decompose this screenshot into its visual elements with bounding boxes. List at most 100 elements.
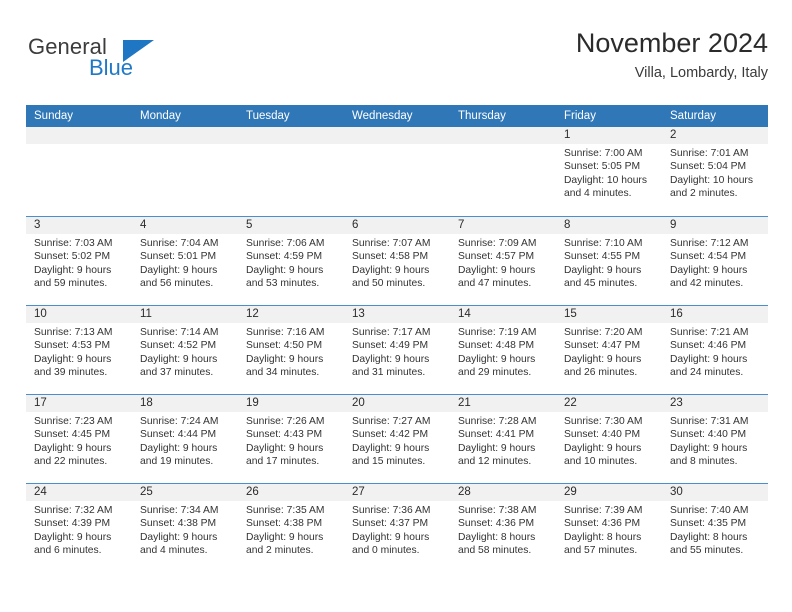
calendar-day-cell[interactable]: 28 Sunrise: 7:38 AM Sunset: 4:36 PM Dayligh… — [450, 484, 556, 572]
sunset-time: Sunset: 4:48 PM — [458, 340, 535, 352]
sunrise-time: Sunrise: 7:19 AM — [458, 327, 537, 338]
calendar-day-cell[interactable]: 15 Sunrise: 7:20 AM Sunset: 4:47 PM Dayligh… — [556, 306, 662, 394]
daylight-duration-line2: and 4 minutes. — [140, 544, 208, 556]
sunrise-time: Sunrise: 7:32 AM — [34, 505, 113, 516]
day-sun-info: Sunrise: 7:06 AM Sunset: 4:59 PM Daylight:… — [238, 234, 344, 290]
calendar-day-cell[interactable]: 30 Sunrise: 7:40 AM Sunset: 4:35 PM Dayligh… — [662, 484, 768, 572]
sunrise-time: Sunrise: 7:00 AM — [564, 148, 643, 159]
calendar-day-cell[interactable]: 7 Sunrise: 7:09 AM Sunset: 4:57 PM Daylight… — [450, 217, 556, 305]
calendar-week-row: 1 Sunrise: 7:00 AM Sunset: 5:05 PM Daylight… — [26, 127, 768, 216]
sunrise-time: Sunrise: 7:38 AM — [458, 505, 537, 516]
weekday-header-sunday: Sunday — [34, 110, 74, 122]
calendar-day-cell[interactable]: 21 Sunrise: 7:28 AM Sunset: 4:41 PM Dayligh… — [450, 395, 556, 483]
daylight-duration-line2: and 57 minutes. — [564, 544, 638, 556]
calendar-day-cell[interactable]: 6 Sunrise: 7:07 AM Sunset: 4:58 PM Daylight… — [344, 217, 450, 305]
day-number: 2 — [662, 127, 768, 144]
sunrise-time: Sunrise: 7:24 AM — [140, 416, 219, 427]
day-sun-info: Sunrise: 7:14 AM Sunset: 4:52 PM Daylight:… — [132, 323, 238, 379]
day-number: 13 — [344, 306, 450, 323]
calendar-day-cell[interactable]: 14 Sunrise: 7:19 AM Sunset: 4:48 PM Dayligh… — [450, 306, 556, 394]
calendar-day-cell[interactable]: 11 Sunrise: 7:14 AM Sunset: 4:52 PM Dayligh… — [132, 306, 238, 394]
sunset-time: Sunset: 4:59 PM — [246, 251, 323, 263]
sunset-time: Sunset: 4:49 PM — [352, 340, 429, 352]
day-number: 25 — [132, 484, 238, 501]
daylight-duration-line2: and 10 minutes. — [564, 455, 638, 467]
day-sun-info: Sunrise: 7:28 AM Sunset: 4:41 PM Daylight:… — [450, 412, 556, 468]
daylight-duration-line1: Daylight: 9 hours — [246, 353, 324, 365]
daylight-duration-line1: Daylight: 9 hours — [352, 264, 430, 276]
day-number: 3 — [26, 217, 132, 234]
day-number: 24 — [26, 484, 132, 501]
day-number: 22 — [556, 395, 662, 412]
daylight-duration-line1: Daylight: 9 hours — [246, 442, 324, 454]
calendar-day-cell[interactable]: 3 Sunrise: 7:03 AM Sunset: 5:02 PM Daylight… — [26, 217, 132, 305]
daylight-duration-line2: and 24 minutes. — [670, 366, 744, 378]
sunrise-time: Sunrise: 7:40 AM — [670, 505, 749, 516]
calendar-day-cell[interactable]: 2 Sunrise: 7:01 AM Sunset: 5:04 PM Daylight… — [662, 127, 768, 216]
calendar-day-cell[interactable]: 16 Sunrise: 7:21 AM Sunset: 4:46 PM Dayligh… — [662, 306, 768, 394]
day-number: 23 — [662, 395, 768, 412]
day-number: 15 — [556, 306, 662, 323]
daylight-duration-line2: and 22 minutes. — [34, 455, 108, 467]
calendar-day-cell[interactable]: 19 Sunrise: 7:26 AM Sunset: 4:43 PM Dayligh… — [238, 395, 344, 483]
sunrise-time: Sunrise: 7:35 AM — [246, 505, 325, 516]
sunset-time: Sunset: 4:36 PM — [458, 518, 535, 530]
day-sun-info: Sunrise: 7:13 AM Sunset: 4:53 PM Daylight:… — [26, 323, 132, 379]
calendar-day-cell[interactable]: 26 Sunrise: 7:35 AM Sunset: 4:38 PM Dayligh… — [238, 484, 344, 572]
daylight-duration-line2: and 29 minutes. — [458, 366, 532, 378]
weekday-header-tuesday: Tuesday — [246, 110, 290, 122]
sunset-time: Sunset: 4:40 PM — [564, 429, 641, 441]
day-number: 17 — [26, 395, 132, 412]
sunset-time: Sunset: 4:39 PM — [34, 518, 111, 530]
sunset-time: Sunset: 4:47 PM — [564, 340, 641, 352]
day-number: 6 — [344, 217, 450, 234]
calendar-day-cell[interactable]: 24 Sunrise: 7:32 AM Sunset: 4:39 PM Dayligh… — [26, 484, 132, 572]
calendar-day-cell[interactable]: 27 Sunrise: 7:36 AM Sunset: 4:37 PM Dayligh… — [344, 484, 450, 572]
day-sun-info: Sunrise: 7:20 AM Sunset: 4:47 PM Daylight:… — [556, 323, 662, 379]
sunrise-time: Sunrise: 7:31 AM — [670, 416, 749, 427]
calendar-day-cell[interactable]: 22 Sunrise: 7:30 AM Sunset: 4:40 PM Dayligh… — [556, 395, 662, 483]
daylight-duration-line1: Daylight: 9 hours — [670, 264, 748, 276]
day-sun-info: Sunrise: 7:30 AM Sunset: 4:40 PM Daylight:… — [556, 412, 662, 468]
daylight-duration-line2: and 6 minutes. — [34, 544, 102, 556]
sunset-time: Sunset: 4:43 PM — [246, 429, 323, 441]
calendar-day-cell[interactable]: 5 Sunrise: 7:06 AM Sunset: 4:59 PM Daylight… — [238, 217, 344, 305]
day-sun-info: Sunrise: 7:04 AM Sunset: 5:01 PM Daylight:… — [132, 234, 238, 290]
calendar-day-cell[interactable]: 1 Sunrise: 7:00 AM Sunset: 5:05 PM Daylight… — [556, 127, 662, 216]
title-block: November 2024 Villa, Lombardy, Italy — [576, 28, 768, 81]
sunset-time: Sunset: 4:36 PM — [564, 518, 641, 530]
day-sun-info: Sunrise: 7:40 AM Sunset: 4:35 PM Daylight:… — [662, 501, 768, 557]
daylight-duration-line1: Daylight: 9 hours — [246, 264, 324, 276]
calendar-day-cell[interactable]: 25 Sunrise: 7:34 AM Sunset: 4:38 PM Dayligh… — [132, 484, 238, 572]
calendar-weeks: 1 Sunrise: 7:00 AM Sunset: 5:05 PM Daylight… — [26, 127, 768, 572]
daylight-duration-line2: and 50 minutes. — [352, 277, 426, 289]
day-sun-info: Sunrise: 7:24 AM Sunset: 4:44 PM Daylight:… — [132, 412, 238, 468]
calendar-day-cell[interactable]: 23 Sunrise: 7:31 AM Sunset: 4:40 PM Dayligh… — [662, 395, 768, 483]
calendar-day-cell[interactable]: 20 Sunrise: 7:27 AM Sunset: 4:42 PM Dayligh… — [344, 395, 450, 483]
day-number: 29 — [556, 484, 662, 501]
sunrise-time: Sunrise: 7:14 AM — [140, 327, 219, 338]
day-number: 8 — [556, 217, 662, 234]
daylight-duration-line2: and 12 minutes. — [458, 455, 532, 467]
weekday-header-saturday: Saturday — [670, 110, 717, 122]
brand-logo[interactable]: General Blue — [26, 34, 246, 90]
daylight-duration-line2: and 2 minutes. — [246, 544, 314, 556]
day-number: 19 — [238, 395, 344, 412]
calendar-day-cell[interactable]: 18 Sunrise: 7:24 AM Sunset: 4:44 PM Dayligh… — [132, 395, 238, 483]
calendar-day-cell[interactable]: 4 Sunrise: 7:04 AM Sunset: 5:01 PM Daylight… — [132, 217, 238, 305]
calendar-day-cell[interactable]: 29 Sunrise: 7:39 AM Sunset: 4:36 PM Dayligh… — [556, 484, 662, 572]
day-sun-info: Sunrise: 7:21 AM Sunset: 4:46 PM Daylight:… — [662, 323, 768, 379]
calendar-day-cell[interactable]: 13 Sunrise: 7:17 AM Sunset: 4:49 PM Dayligh… — [344, 306, 450, 394]
sunrise-time: Sunrise: 7:34 AM — [140, 505, 219, 516]
sunrise-time: Sunrise: 7:04 AM — [140, 238, 219, 249]
calendar-day-cell-empty — [132, 127, 238, 216]
calendar-day-cell[interactable]: 9 Sunrise: 7:12 AM Sunset: 4:54 PM Daylight… — [662, 217, 768, 305]
calendar-day-cell[interactable]: 12 Sunrise: 7:16 AM Sunset: 4:50 PM Dayligh… — [238, 306, 344, 394]
calendar-day-cell[interactable]: 17 Sunrise: 7:23 AM Sunset: 4:45 PM Dayligh… — [26, 395, 132, 483]
calendar-day-cell[interactable]: 10 Sunrise: 7:13 AM Sunset: 4:53 PM Dayligh… — [26, 306, 132, 394]
calendar-day-cell[interactable]: 8 Sunrise: 7:10 AM Sunset: 4:55 PM Daylight… — [556, 217, 662, 305]
daylight-duration-line2: and 2 minutes. — [670, 187, 738, 199]
sunset-time: Sunset: 5:05 PM — [564, 161, 641, 173]
sunset-time: Sunset: 4:38 PM — [246, 518, 323, 530]
daylight-duration-line1: Daylight: 9 hours — [670, 442, 748, 454]
